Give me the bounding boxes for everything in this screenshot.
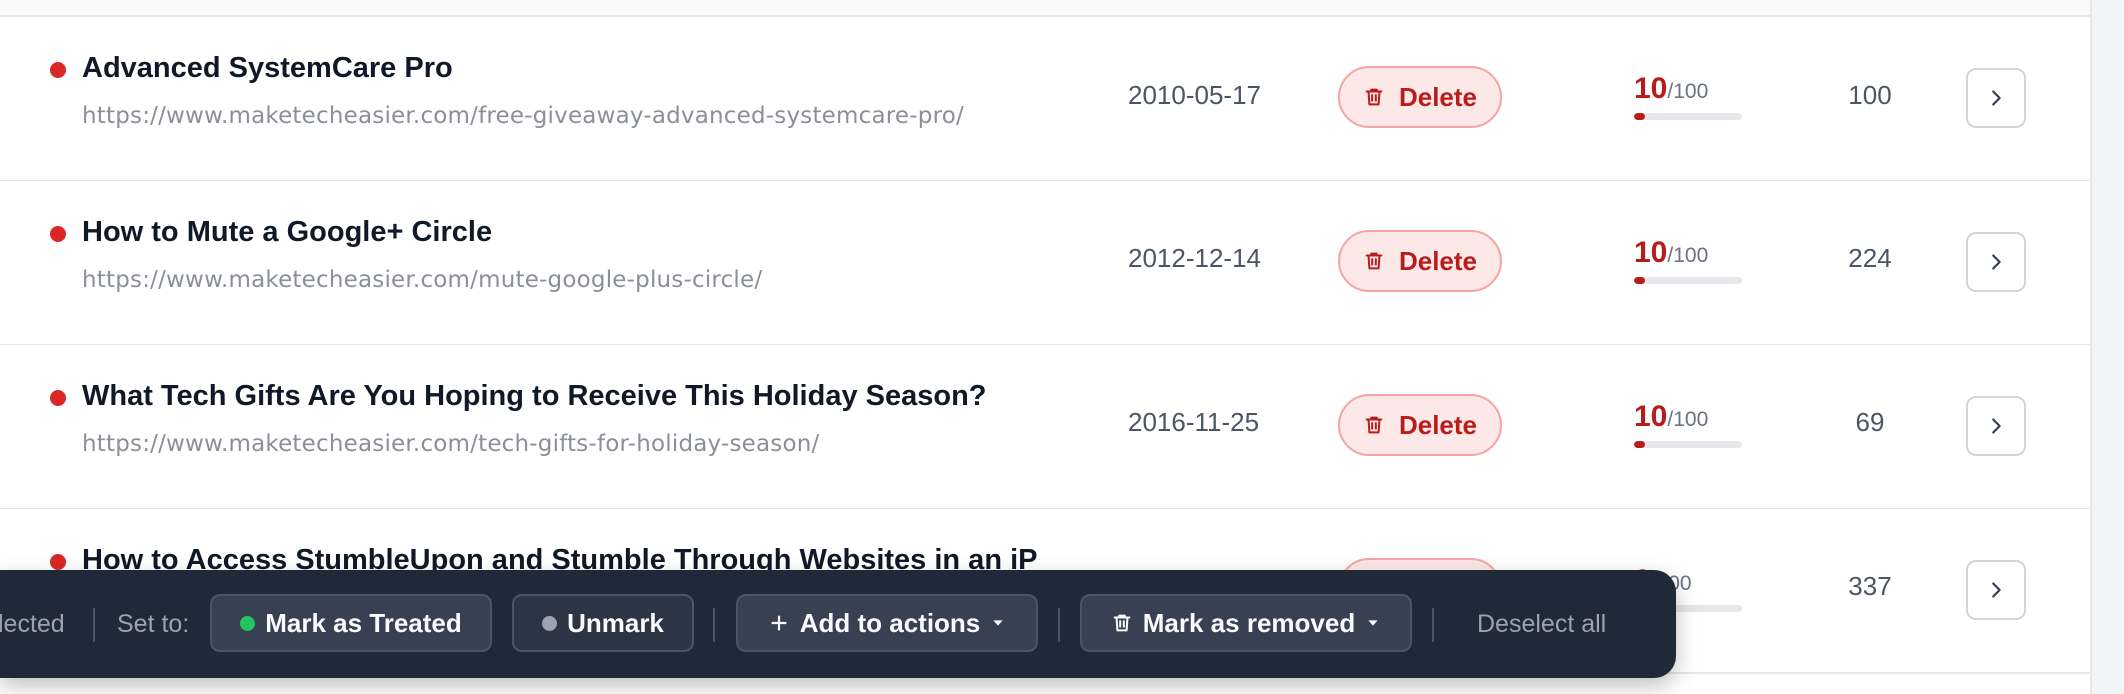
score: 10/100 — [1634, 72, 1708, 106]
score: 10/100 — [1634, 400, 1708, 434]
table-row: Advanced SystemCare Pro https://www.make… — [0, 17, 2090, 182]
status-dot — [50, 554, 66, 570]
row-date: 2010-05-17 — [1128, 80, 1261, 110]
plus-icon — [771, 615, 787, 631]
chevron-right-icon — [1992, 90, 2001, 106]
delete-label: Delete — [1398, 409, 1478, 440]
trash-icon — [1365, 252, 1383, 270]
score: 10/100 — [1634, 236, 1708, 270]
add-to-actions-label: Add to actions — [799, 607, 981, 638]
row-count: 224 — [1848, 243, 1892, 273]
divider — [713, 608, 715, 642]
mark-as-removed-button[interactable]: Mark as removed — [1080, 594, 1412, 652]
row-url[interactable]: https://www.maketecheasier.com/mute-goog… — [82, 267, 762, 293]
score-bar-fill — [1634, 113, 1645, 120]
table-row: How to Mute a Google+ Circle https://www… — [0, 181, 2090, 346]
trash-icon — [1113, 614, 1131, 632]
row-url[interactable]: https://www.maketecheasier.com/tech-gift… — [82, 431, 819, 457]
delete-button[interactable]: Delete — [1338, 394, 1502, 456]
score-max: /100 — [1667, 80, 1709, 103]
chevron-right-icon — [1992, 582, 2001, 598]
row-url[interactable]: https://www.maketecheasier.com/free-give… — [82, 103, 964, 129]
divider — [1058, 608, 1060, 642]
row-count: 100 — [1848, 80, 1892, 110]
row-count: 337 — [1848, 571, 1892, 601]
score-max: /100 — [1667, 408, 1709, 431]
table-header-strip — [0, 0, 2090, 17]
mark-as-removed-label: Mark as removed — [1142, 607, 1356, 638]
add-to-actions-button[interactable]: Add to actions — [736, 594, 1038, 652]
open-row-button[interactable] — [1966, 560, 2026, 620]
trash-icon — [1365, 88, 1383, 106]
delete-button[interactable]: Delete — [1338, 66, 1502, 128]
bulk-action-bar: lected Set to: Mark as Treated Unmark Ad… — [0, 570, 1676, 678]
score-value: 10 — [1634, 236, 1668, 269]
row-title[interactable]: How to Mute a Google+ Circle — [82, 216, 492, 249]
open-row-button[interactable] — [1966, 396, 2026, 456]
mark-as-treated-button[interactable]: Mark as Treated — [210, 594, 492, 652]
delete-button[interactable]: Delete — [1338, 230, 1502, 292]
delete-label: Delete — [1398, 81, 1478, 112]
score-bar — [1634, 441, 1742, 448]
open-row-button[interactable] — [1966, 68, 2026, 128]
score-value: 10 — [1634, 400, 1668, 433]
row-count: 69 — [1855, 407, 1885, 437]
table-row: What Tech Gifts Are You Hoping to Receiv… — [0, 345, 2090, 510]
unmark-status-dot — [542, 615, 558, 631]
row-title[interactable]: What Tech Gifts Are You Hoping to Receiv… — [82, 380, 987, 413]
score-bar-fill — [1634, 277, 1645, 284]
mark-as-treated-label: Mark as Treated — [265, 607, 462, 638]
unmark-label: Unmark — [567, 607, 664, 638]
divider — [1432, 608, 1434, 642]
treated-status-dot — [240, 615, 256, 631]
open-row-button[interactable] — [1966, 232, 2026, 292]
score-bar — [1634, 113, 1742, 120]
score-max: /100 — [1667, 244, 1709, 267]
status-dot — [50, 390, 66, 406]
caret-down-icon — [993, 620, 1003, 626]
selected-count-text: lected — [0, 610, 65, 638]
set-to-label: Set to: — [117, 610, 190, 638]
row-date: 2012-12-14 — [1128, 243, 1261, 273]
divider — [93, 608, 95, 642]
unmark-button[interactable]: Unmark — [512, 594, 694, 652]
deselect-all-link[interactable]: Deselect all — [1477, 610, 1606, 639]
chevron-right-icon — [1992, 254, 2001, 270]
trash-icon — [1365, 416, 1383, 434]
score-bar-fill — [1634, 441, 1645, 448]
status-dot — [50, 226, 66, 242]
row-date: 2016-11-25 — [1128, 407, 1260, 437]
chevron-right-icon — [1992, 418, 2001, 434]
score-value: 10 — [1634, 72, 1668, 105]
delete-label: Delete — [1398, 245, 1478, 276]
status-dot — [50, 62, 66, 78]
score-bar — [1634, 277, 1742, 284]
row-title[interactable]: Advanced SystemCare Pro — [82, 52, 453, 85]
caret-down-icon — [1368, 620, 1378, 626]
